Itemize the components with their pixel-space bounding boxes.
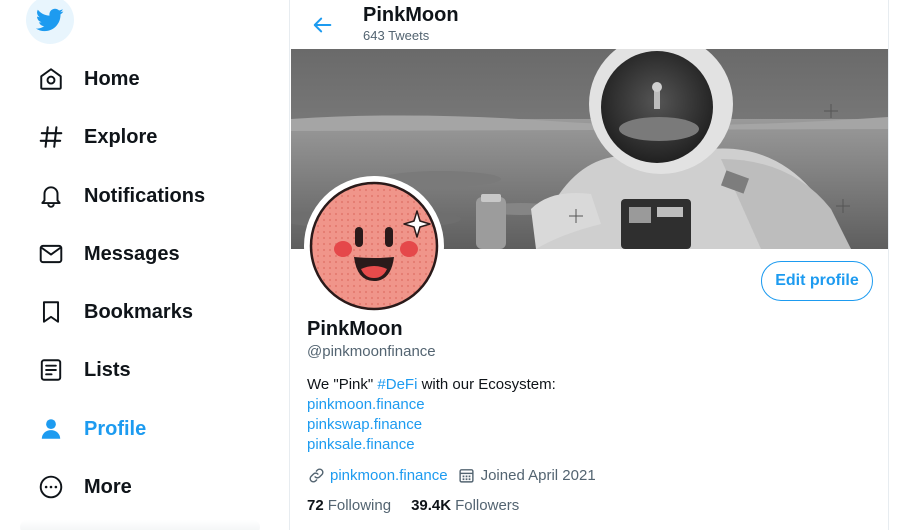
nav-item-explore[interactable]: Explore [24,113,157,161]
mail-icon [36,239,66,269]
nav-item-notifications[interactable]: Notifications [24,172,205,220]
back-button[interactable] [306,8,340,42]
link-icon [307,466,325,484]
bell-icon [36,181,66,211]
sidebar: Home Explore Notifications Messages Book… [0,0,290,530]
more-circle-icon [36,472,66,502]
list-icon [36,355,66,385]
tweet-count: 643 Tweets [363,28,430,43]
twitter-bird-icon [36,8,64,32]
nav-item-bookmarks[interactable]: Bookmarks [24,288,193,336]
profile-column: PinkMoon 643 Tweets Edit profile PinkMoo… [289,0,889,530]
header-title: PinkMoon [363,4,459,26]
pinkmoon-avatar-image [309,181,439,311]
nav-item-messages[interactable]: Messages [24,230,180,278]
nav-label-home: Home [84,67,140,90]
followers-count: 39.4K [411,497,452,514]
nav-item-more[interactable]: More [24,463,132,511]
profile-stats: 72 Following 39.4K Followers [307,497,539,514]
nav-label-profile: Profile [84,417,147,440]
nav-label-messages: Messages [84,242,180,265]
bio-link-pinkmoon[interactable]: pinkmoon.finance [307,395,556,415]
arrow-left-icon [313,17,332,33]
nav-label-more: More [84,475,132,498]
following-label: Following [327,497,392,514]
following-count: 72 [307,497,324,514]
bio-text-pre: We "Pink" [307,376,378,393]
profile-bio: We "Pink" #DeFi with our Ecosystem: pink… [307,375,556,455]
followers-label: Followers [455,497,520,514]
nav-item-lists[interactable]: Lists [24,346,131,394]
person-icon [36,414,66,444]
tweet-button-edge[interactable] [20,520,260,530]
website-link[interactable]: pinkmoon.finance [330,467,448,484]
bio-line: We "Pink" #DeFi with our Ecosystem: [307,375,556,395]
calendar-icon [458,466,476,484]
nav-label-lists: Lists [84,358,131,381]
right-gutter [890,0,916,530]
nav-label-explore: Explore [84,125,158,148]
twitter-logo-button[interactable] [26,0,74,44]
profile-name: PinkMoon [307,318,403,340]
nav-label-notifications: Notifications [84,184,206,207]
hashtag-icon [36,122,66,152]
bio-hashtag-link[interactable]: #DeFi [377,376,417,393]
home-icon [36,64,66,94]
bio-text-post: with our Ecosystem: [417,376,556,393]
nav-item-home[interactable]: Home [24,55,140,103]
nav-label-bookmarks: Bookmarks [84,300,193,323]
nav-item-profile[interactable]: Profile [24,405,146,453]
profile-handle: @pinkmoonfinance [307,343,436,360]
bio-link-pinkswap[interactable]: pinkswap.finance [307,415,556,435]
following-link[interactable]: 72 Following [307,497,391,514]
profile-meta: pinkmoon.finance Joined April 2021 [307,465,596,485]
joined-date: Joined April 2021 [480,466,596,484]
profile-header: PinkMoon 643 Tweets [290,0,888,49]
followers-link[interactable]: 39.4K Followers [411,497,519,514]
bookmark-icon [36,297,66,327]
edit-profile-button[interactable]: Edit profile [761,261,873,301]
bio-link-pinksale[interactable]: pinksale.finance [307,435,556,455]
profile-avatar[interactable] [304,176,444,316]
